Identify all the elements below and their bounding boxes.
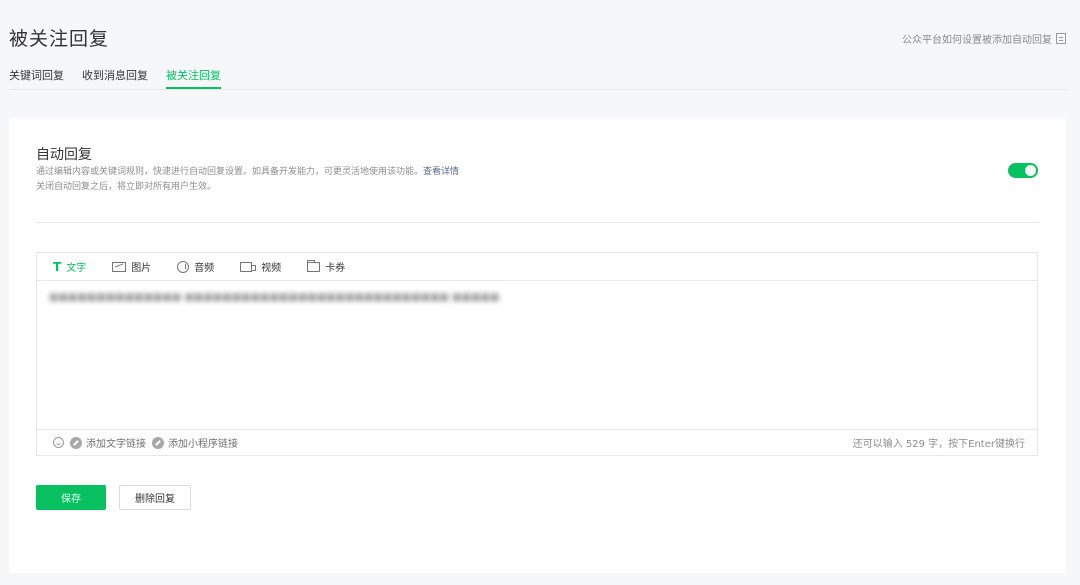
reply-editor: T 文字 图片 音频 视频 卡券 ■■■■■■■■■■■■■■ ■■■■■■■■… [36,252,1038,456]
type-tab-audio[interactable]: 音频 [177,259,214,274]
view-details-link[interactable]: 查看详情 [423,167,459,177]
description-text: 通过编辑内容或关键词规则，快速进行自动回复设置。如具备开发能力，可更灵活地使用该… [36,167,424,177]
text-icon: T [53,259,62,274]
add-miniprogram-link-label: 添加小程序链接 [168,439,238,450]
message-textarea[interactable]: ■■■■■■■■■■■■■■ ■■■■■■■■■■■■■■■■■■■■■■■■■… [37,281,1037,431]
auto-reply-toggle[interactable] [1008,163,1038,178]
help-link-text[interactable]: 公众平台如何设置被添加自动回复 [902,31,1052,46]
save-button[interactable]: 保存 [36,485,106,510]
type-tab-label: 卡券 [325,263,346,274]
divider [36,222,1039,223]
description-line-1: 通过编辑内容或关键词规则，快速进行自动回复设置。如具备开发能力，可更灵活地使用该… [36,165,459,180]
message-content: ■■■■■■■■■■■■■■ ■■■■■■■■■■■■■■■■■■■■■■■■■… [49,292,500,303]
message-type-tabs: T 文字 图片 音频 视频 卡券 [37,253,1037,281]
video-icon [240,261,257,272]
emoji-icon[interactable] [53,437,64,448]
type-tab-label: 图片 [131,263,152,274]
type-tab-image[interactable]: 图片 [112,259,151,274]
image-icon [112,261,127,272]
link-icon [70,436,82,449]
add-text-link-label: 添加文字链接 [86,439,146,450]
type-tab-label: 文字 [66,263,87,274]
audio-icon [177,260,190,273]
page-title: 被关注回复 [9,28,110,50]
character-counter: 还可以输入 529 字，按下Enter键换行 [852,439,1025,450]
type-tab-label: 音频 [194,263,215,274]
section-title: 自动回复 [36,147,92,163]
editor-footer: 添加文字链接 添加小程序链接 还可以输入 529 字，按下Enter键换行 [37,429,1037,455]
auto-reply-card: 自动回复 通过编辑内容或关键词规则，快速进行自动回复设置。如具备开发能力，可更灵… [9,118,1066,573]
add-miniprogram-link-button[interactable]: 添加小程序链接 [152,435,238,450]
help-link[interactable]: 公众平台如何设置被添加自动回复 [902,31,1066,46]
description-line-2: 关闭自动回复之后，将立即对所有用户生效。 [36,182,217,192]
tab-keyword-reply[interactable]: 关键词回复 [9,67,64,89]
toggle-knob [1025,165,1036,176]
document-icon[interactable] [1056,33,1066,44]
type-tab-coupon[interactable]: 卡券 [307,259,345,274]
tab-follow-reply[interactable]: 被关注回复 [166,67,221,89]
section-description: 通过编辑内容或关键词规则，快速进行自动回复设置。如具备开发能力，可更灵活地使用该… [36,165,459,195]
type-tab-label: 视频 [261,263,282,274]
coupon-icon [307,259,321,272]
miniprogram-icon [152,436,164,449]
type-tab-video[interactable]: 视频 [240,259,281,274]
reply-tabs: 关键词回复 收到消息回复 被关注回复 [9,67,1068,90]
delete-reply-button[interactable]: 删除回复 [119,485,191,510]
add-text-link-button[interactable]: 添加文字链接 [70,435,146,450]
tab-message-reply[interactable]: 收到消息回复 [82,67,148,89]
type-tab-text[interactable]: T 文字 [53,259,87,275]
